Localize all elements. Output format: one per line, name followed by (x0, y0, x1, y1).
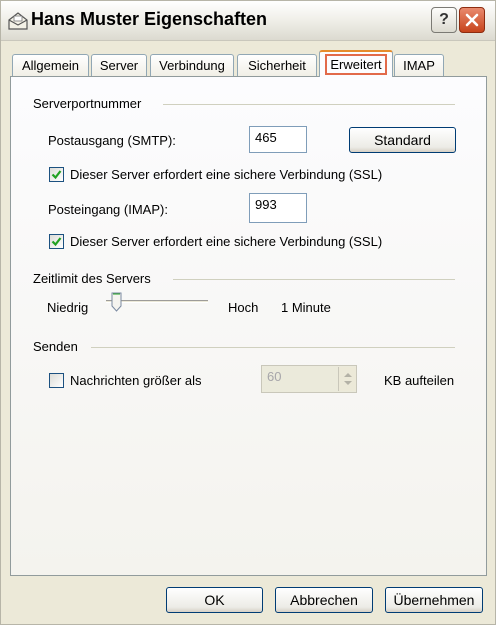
group-divider (91, 347, 455, 348)
tab-erweitert[interactable]: Erweitert (319, 50, 393, 77)
spinner-arrows-icon (344, 373, 352, 385)
tab-label: Verbindung (159, 58, 225, 73)
timeout-high-label: Hoch (228, 300, 259, 315)
smtp-ssl-label[interactable]: Dieser Server erfordert eine sichere Ver… (70, 167, 382, 182)
tab-label: IMAP (403, 58, 435, 73)
tab-label: Allgemein (21, 58, 80, 73)
imap-port-input[interactable]: 993 (249, 193, 307, 223)
title-bar[interactable]: Hans Muster Eigenschaften ? (1, 1, 495, 41)
timeout-value-label: 1 Minute (281, 300, 331, 315)
tab-server[interactable]: Server (91, 54, 147, 76)
split-messages-checkbox[interactable] (49, 373, 64, 388)
mail-account-icon (7, 11, 29, 31)
properties-dialog: Hans Muster Eigenschaften ? Allgemein Se… (0, 0, 496, 625)
imap-ssl-checkbox[interactable] (49, 234, 64, 249)
split-messages-label[interactable]: Nachrichten größer als (70, 373, 202, 388)
tab-label: Erweitert (325, 54, 387, 75)
tab-verbindung[interactable]: Verbindung (150, 54, 234, 76)
split-unit-label: KB aufteilen (384, 373, 455, 388)
tab-sicherheit[interactable]: Sicherheit (237, 54, 317, 76)
tab-imap[interactable]: IMAP (394, 54, 444, 76)
timeout-slider-thumb[interactable] (111, 292, 122, 312)
imap-port-label: Posteingang (IMAP): (48, 202, 168, 217)
group-title-serverports: Serverportnummer (33, 96, 142, 111)
checkmark-icon (51, 237, 62, 247)
imap-ssl-label[interactable]: Dieser Server erfordert eine sichere Ver… (70, 234, 382, 249)
split-size-spinner[interactable] (338, 367, 356, 391)
smtp-port-label: Postausgang (SMTP): (48, 133, 176, 148)
tab-panel-erweitert: Serverportnummer Postausgang (SMTP): 465… (10, 76, 487, 576)
cancel-button[interactable]: Abbrechen (275, 587, 373, 613)
group-title-send: Senden (33, 339, 78, 354)
standard-button[interactable]: Standard (349, 127, 456, 153)
apply-button[interactable]: Übernehmen (385, 587, 483, 613)
tab-label: Sicherheit (248, 58, 306, 73)
group-divider (173, 279, 455, 280)
window-title: Hans Muster Eigenschaften (31, 9, 268, 29)
tab-allgemein[interactable]: Allgemein (12, 54, 89, 76)
split-size-value: 60 (267, 369, 282, 384)
smtp-ssl-checkbox[interactable] (49, 167, 64, 182)
timeout-low-label: Niedrig (47, 300, 89, 315)
smtp-port-input[interactable]: 465 (249, 126, 307, 153)
group-divider (163, 104, 455, 105)
group-title-timeout: Zeitlimit des Servers (33, 271, 151, 286)
checkmark-icon (51, 170, 62, 180)
help-button[interactable]: ? (431, 7, 457, 33)
close-icon (465, 13, 479, 27)
close-button[interactable] (459, 7, 485, 33)
tab-label: Server (99, 58, 139, 73)
ok-button[interactable]: OK (166, 587, 263, 613)
